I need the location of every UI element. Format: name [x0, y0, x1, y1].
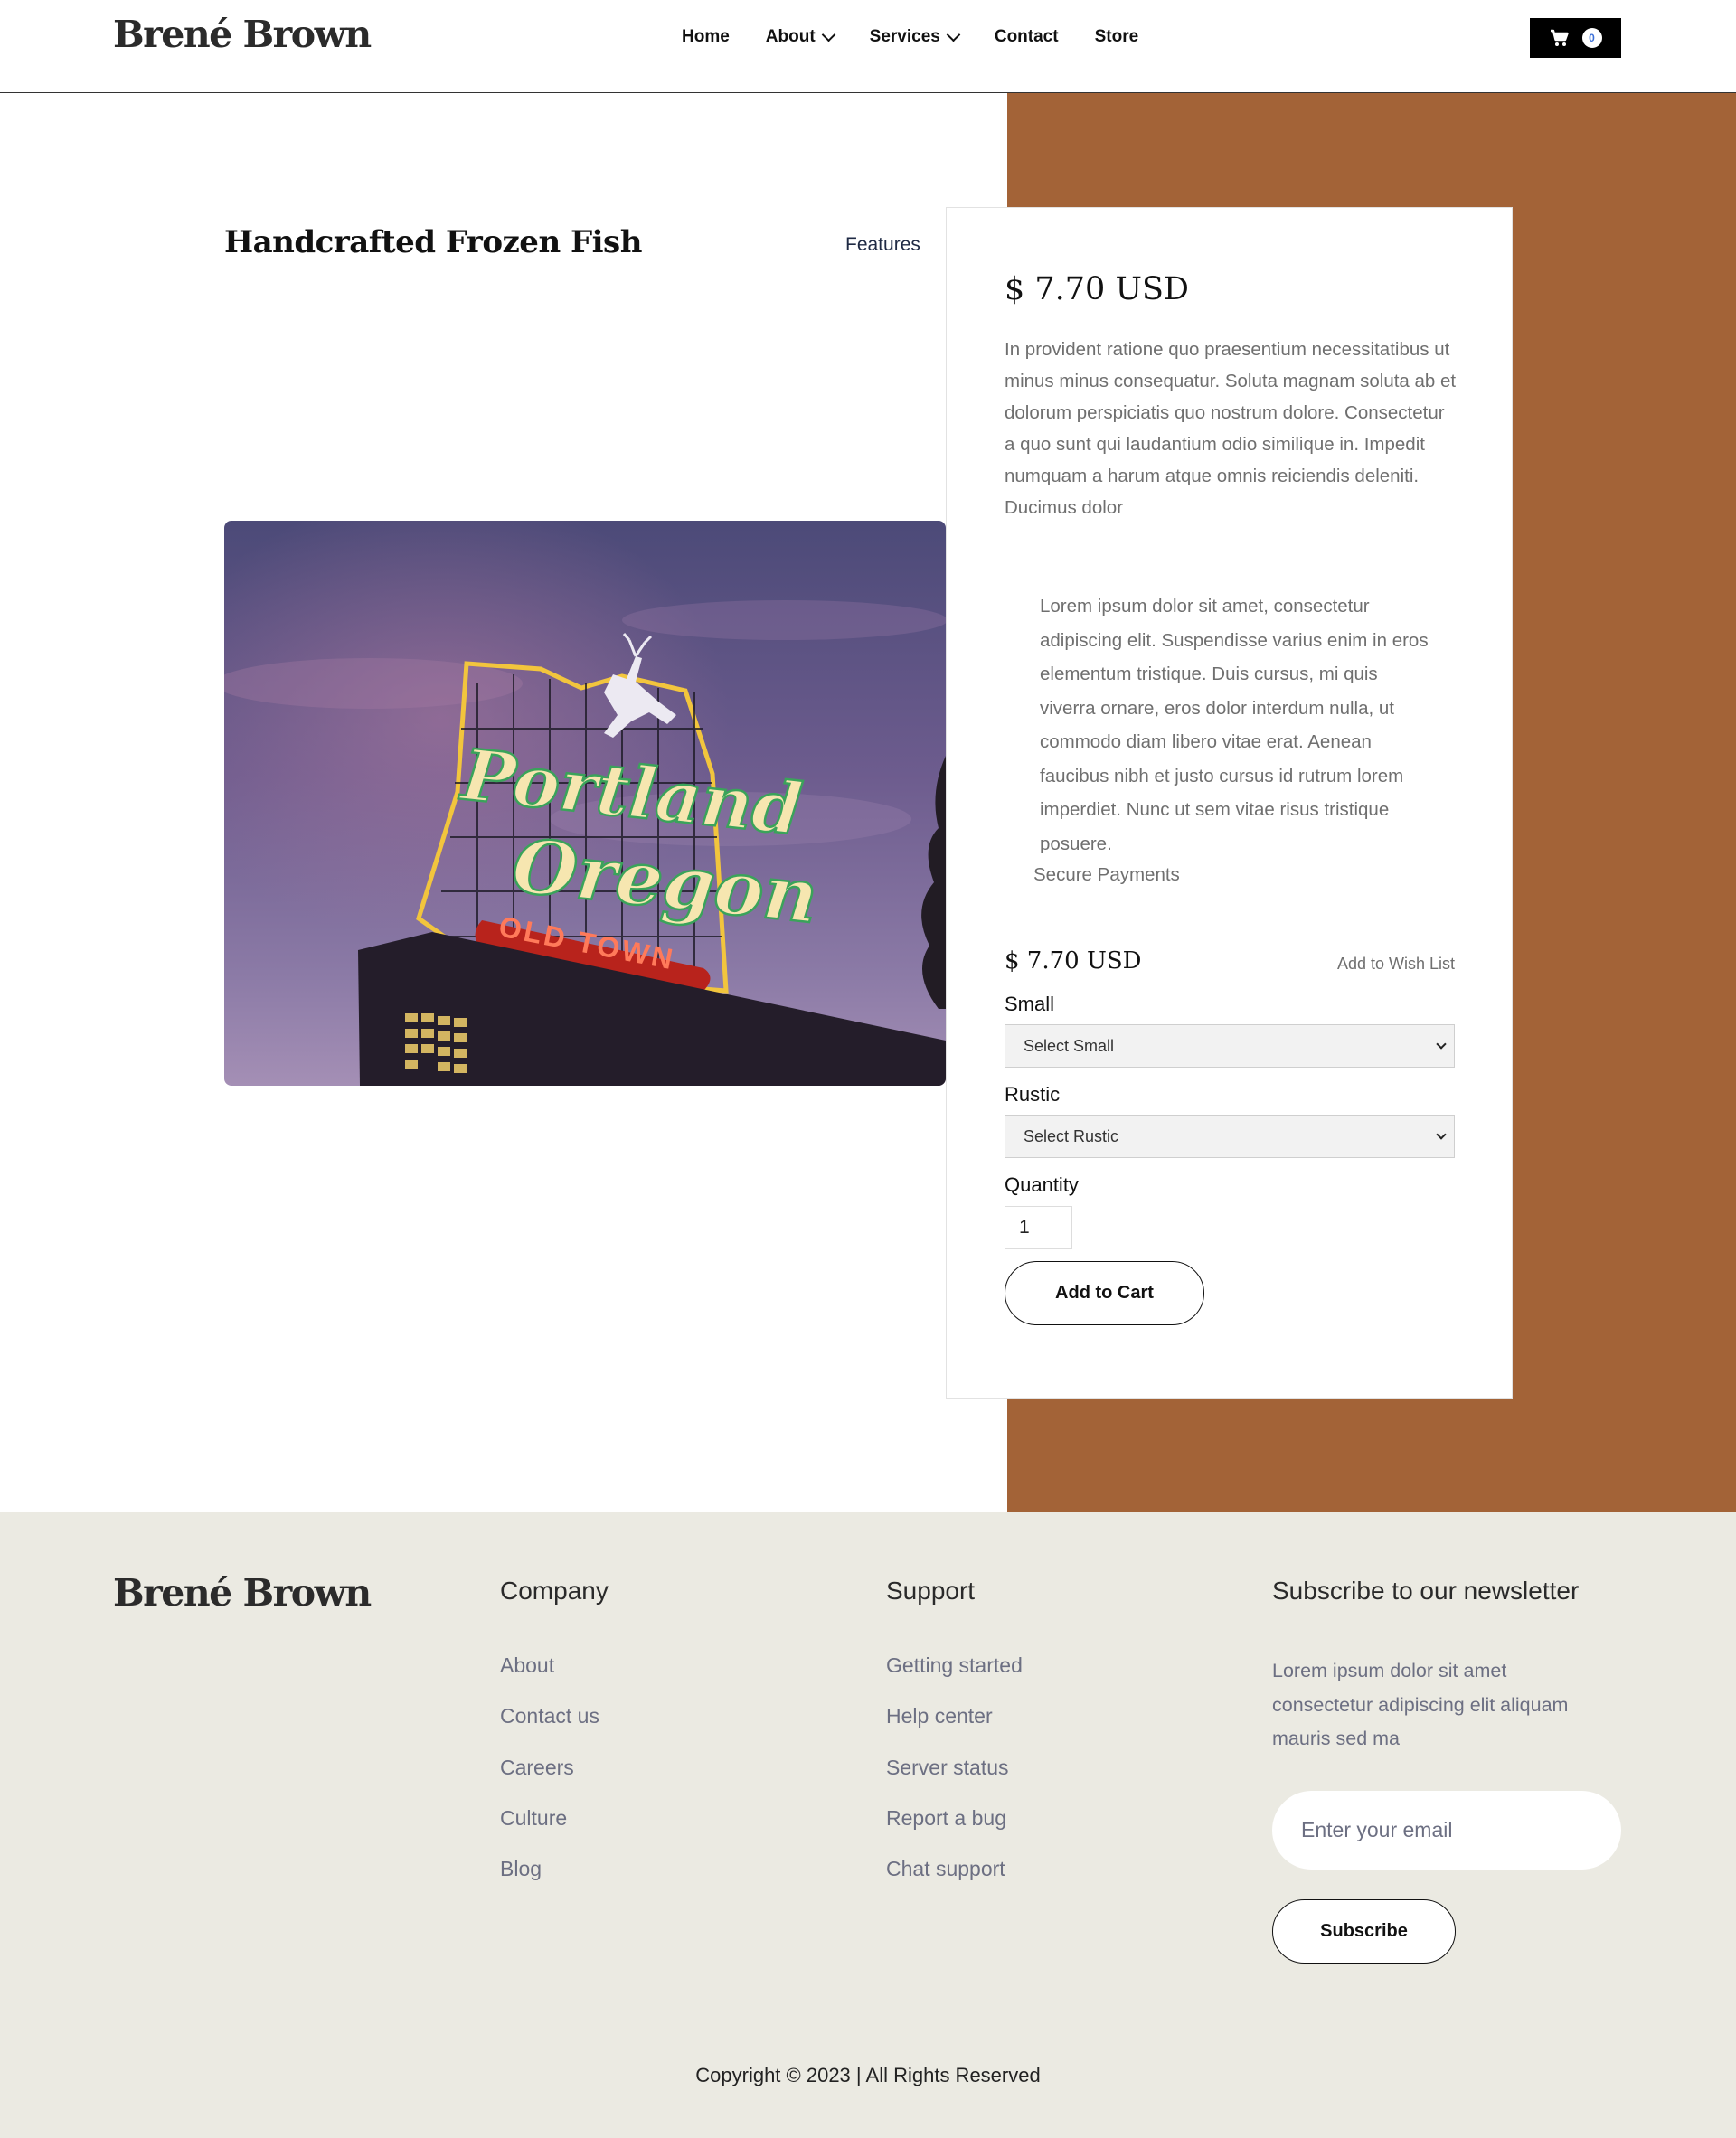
- footer-link-contact-us[interactable]: Contact us: [500, 1704, 599, 1755]
- copyright-text: Copyright © 2023 | All Rights Reserved: [695, 2064, 1041, 2086]
- option-label-small: Small: [1005, 993, 1055, 1015]
- select-rustic[interactable]: Select Rustic: [1005, 1115, 1455, 1158]
- product-price: $ 7.70 USD: [1005, 271, 1189, 307]
- add-to-cart-button[interactable]: Add to Cart: [1005, 1261, 1204, 1325]
- chevron-down-icon: [946, 27, 961, 42]
- add-to-wishlist-link[interactable]: Add to Wish List: [1324, 955, 1455, 974]
- cart-button[interactable]: 0: [1530, 18, 1621, 58]
- product-details: Lorem ipsum dolor sit amet, consectetur …: [1040, 596, 1429, 854]
- cart-count-badge: 0: [1581, 28, 1602, 48]
- product-title: Handcrafted Frozen Fish: [224, 224, 642, 260]
- option-label-rustic: Rustic: [1005, 1083, 1061, 1106]
- site-header: Brené Brown Home About Services Contact …: [0, 0, 1736, 93]
- nav-services-label: Services: [869, 27, 940, 46]
- secure-payments-label: Secure Payments: [1033, 864, 1180, 885]
- footer-logo[interactable]: Brené Brown: [113, 1571, 372, 1615]
- nav-about-label: About: [765, 27, 816, 46]
- nav-store[interactable]: Store: [1095, 27, 1139, 47]
- newsletter-title: Subscribe to our newsletter: [1272, 1577, 1580, 1605]
- footer-link-help-center[interactable]: Help center: [886, 1704, 1023, 1755]
- site-footer: Brené Brown Company About Contact us Car…: [0, 1512, 1736, 2138]
- chevron-down-icon: [821, 27, 835, 42]
- footer-support-links: Getting started Help center Server statu…: [886, 1653, 1023, 1907]
- main-nav: Home About Services Contact Store: [682, 27, 1175, 47]
- product-image: Portland Oregon OLD TOWN: [224, 521, 946, 1086]
- footer-link-about[interactable]: About: [500, 1653, 599, 1704]
- select-small[interactable]: Select Small: [1005, 1024, 1455, 1068]
- quantity-label: Quantity: [1005, 1173, 1079, 1196]
- footer-link-chat-support[interactable]: Chat support: [886, 1857, 1023, 1907]
- quantity-input[interactable]: 1: [1005, 1206, 1072, 1249]
- newsletter-description: Lorem ipsum dolor sit amet consectetur a…: [1272, 1660, 1569, 1749]
- subscribe-button[interactable]: Subscribe: [1272, 1899, 1456, 1964]
- nav-home-label: Home: [682, 27, 730, 46]
- nav-contact-label: Contact: [994, 27, 1059, 46]
- nav-services[interactable]: Services: [869, 27, 961, 47]
- product-description: In provident ratione quo praesentium nec…: [1005, 339, 1457, 518]
- newsletter-email-input[interactable]: Enter your email: [1272, 1791, 1621, 1870]
- footer-company-title: Company: [500, 1577, 609, 1605]
- footer-company-links: About Contact us Careers Culture Blog: [500, 1653, 599, 1907]
- site-logo[interactable]: Brené Brown: [113, 13, 372, 56]
- chevron-down-icon: [1436, 1039, 1447, 1050]
- footer-link-getting-started[interactable]: Getting started: [886, 1653, 1023, 1704]
- footer-support-title: Support: [886, 1577, 976, 1605]
- product-price-secondary: $ 7.70 USD: [1005, 947, 1142, 975]
- select-small-value: Select Small: [1024, 1036, 1115, 1055]
- footer-link-blog[interactable]: Blog: [500, 1857, 599, 1907]
- features-link[interactable]: Features: [845, 234, 920, 256]
- footer-link-culture[interactable]: Culture: [500, 1806, 599, 1857]
- select-rustic-value: Select Rustic: [1024, 1126, 1119, 1145]
- product-purchase-card: $ 7.70 USD In provident ratione quo prae…: [946, 207, 1513, 1399]
- nav-about[interactable]: About: [765, 27, 835, 47]
- cart-icon: [1550, 29, 1570, 47]
- nav-store-label: Store: [1094, 27, 1139, 46]
- footer-link-careers[interactable]: Careers: [500, 1756, 599, 1806]
- chevron-down-icon: [1436, 1129, 1447, 1140]
- nav-home[interactable]: Home: [682, 27, 730, 47]
- footer-link-server-status[interactable]: Server status: [886, 1756, 1023, 1806]
- footer-link-report-bug[interactable]: Report a bug: [886, 1806, 1023, 1857]
- nav-contact[interactable]: Contact: [995, 27, 1059, 47]
